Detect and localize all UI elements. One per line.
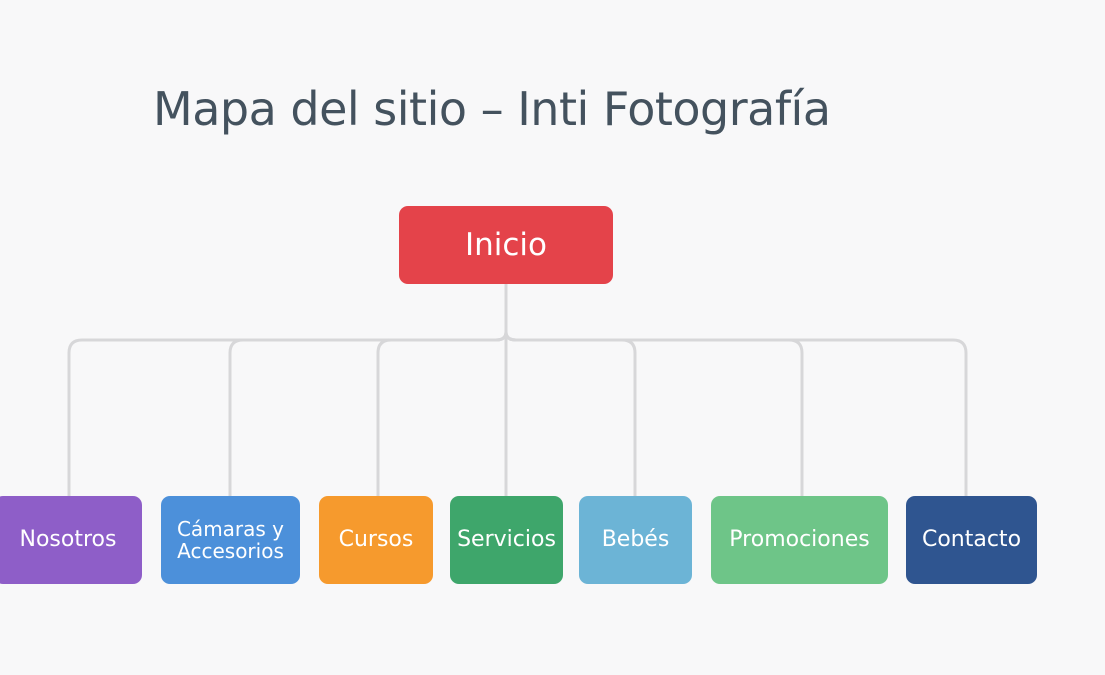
node-inicio[interactable]: Inicio: [399, 206, 613, 284]
node-promociones[interactable]: Promociones: [711, 496, 888, 584]
node-cursos[interactable]: Cursos: [319, 496, 433, 584]
node-camaras-label-line-1: Cámaras y: [176, 517, 285, 541]
connector-promociones: [504, 330, 804, 498]
node-bebes-label: Bebés: [601, 526, 670, 552]
node-camaras-accesorios[interactable]: Cámaras y Accesorios: [161, 496, 300, 584]
node-bebes[interactable]: Bebés: [579, 496, 692, 584]
connector-bebes: [504, 330, 637, 498]
node-promociones-label: Promociones: [729, 526, 870, 552]
node-servicios-label: Servicios: [457, 526, 556, 552]
node-contacto-label: Contacto: [921, 526, 1022, 552]
node-nosotros[interactable]: Nosotros: [0, 496, 142, 584]
node-camaras-label-line-2: Accesorios: [177, 539, 284, 563]
node-camaras-label: Cámaras y Accesorios: [177, 518, 284, 562]
node-servicios[interactable]: Servicios: [450, 496, 563, 584]
node-cursos-label: Cursos: [338, 526, 414, 552]
connector-cursos: [376, 330, 508, 498]
node-contacto[interactable]: Contacto: [906, 496, 1037, 584]
connector-contacto: [504, 330, 968, 498]
connector-nosotros: [67, 330, 508, 498]
node-nosotros-label: Nosotros: [19, 526, 117, 552]
node-inicio-label: Inicio: [464, 227, 548, 263]
connector-camaras: [228, 330, 508, 498]
